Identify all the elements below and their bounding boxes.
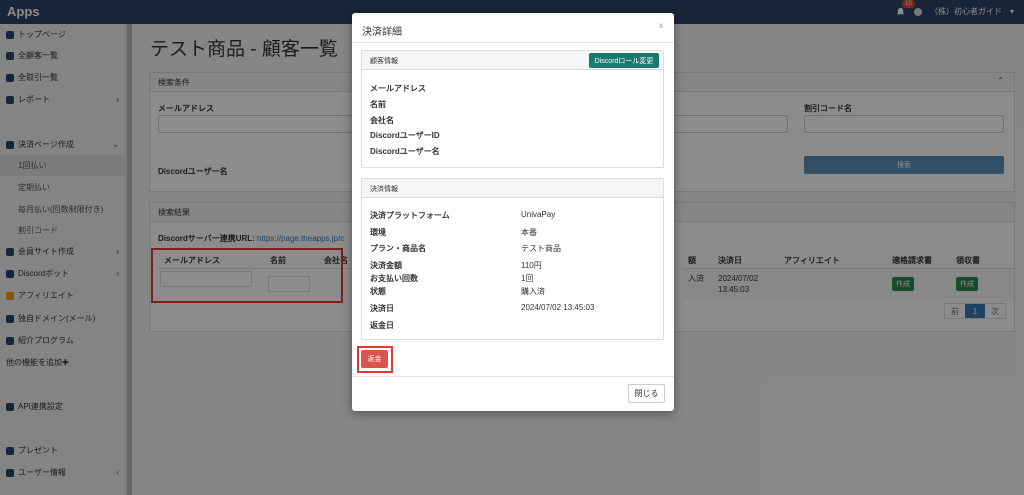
value-environment: 本番 (521, 228, 537, 237)
label-environment: 環境 (370, 228, 386, 237)
field-discord-id: DiscordユーザーID (370, 131, 440, 140)
label-payment-date: 決済日 (370, 304, 394, 313)
label-status: 状態 (370, 287, 386, 296)
modal-divider (352, 42, 674, 43)
customer-info-header: 顧客情報 Discordロール変更 (362, 51, 663, 70)
close-button[interactable]: 閉じる (628, 384, 665, 403)
close-icon[interactable]: × (658, 21, 664, 32)
payment-info-header: 決済情報 (362, 179, 663, 198)
highlight-box-refund (357, 346, 393, 373)
value-status: 購入済 (521, 287, 545, 296)
value-installments: 1回 (521, 274, 534, 283)
customer-info-box: 顧客情報 Discordロール変更 メールアドレス 名前 会社名 Discord… (361, 50, 664, 168)
field-email: メールアドレス (370, 84, 426, 93)
field-name: 名前 (370, 100, 386, 109)
value-platform: UnivaPay (521, 210, 556, 219)
value-amount: 110円 (521, 261, 542, 270)
modal-title: 決済詳細 (362, 27, 402, 38)
modal-footer-divider (352, 376, 674, 377)
label-amount: 決済金額 (370, 261, 402, 270)
label-refund-date: 返金日 (370, 321, 394, 330)
value-payment-date: 2024/07/02 13:45:03 (521, 303, 595, 312)
payment-info-box: 決済情報 決済プラットフォーム UnivaPay 環境 本番 プラン・商品名 テ… (361, 178, 664, 340)
label-installments: お支払い回数 (370, 274, 418, 283)
label-platform: 決済プラットフォーム (370, 211, 450, 220)
value-plan: テスト商品 (521, 244, 561, 253)
payment-detail-modal: 決済詳細 × 顧客情報 Discordロール変更 メールアドレス 名前 会社名 … (352, 13, 674, 411)
label-plan: プラン・商品名 (370, 244, 426, 253)
field-discord-name: Discordユーザー名 (370, 147, 440, 156)
discord-role-change-button[interactable]: Discordロール変更 (589, 53, 659, 68)
field-company: 会社名 (370, 116, 394, 125)
